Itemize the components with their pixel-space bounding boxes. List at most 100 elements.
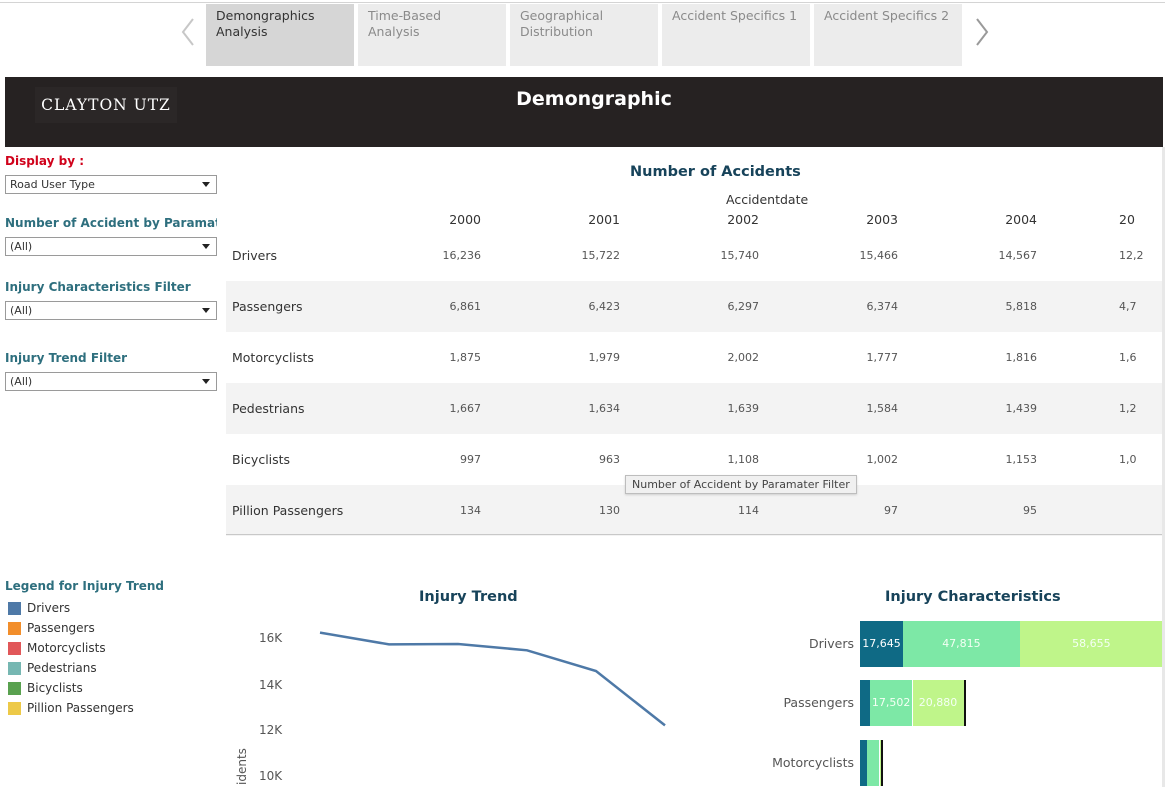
y-tick-label: 10K <box>259 769 283 783</box>
chevron-left-icon[interactable] <box>180 16 196 48</box>
tab-label-line1: Demongraphics <box>216 8 315 23</box>
table-cell: 6,374 <box>866 300 899 313</box>
chevron-down-icon <box>202 244 210 249</box>
legend-swatch <box>8 642 21 655</box>
year-header: 2000 <box>449 212 481 227</box>
table-cell: 1,153 <box>1005 453 1038 466</box>
bar-segment[interactable]: 20,880 <box>912 680 964 726</box>
top-divider <box>0 2 1165 3</box>
tab-demographics-analysis[interactable]: Demongraphics Analysis <box>206 4 354 66</box>
tab-label-line2: Distribution <box>520 24 593 39</box>
table-cell: 134 <box>460 504 481 517</box>
legend-label: Motorcyclists <box>27 641 106 655</box>
bar-segment[interactable]: 47,815 <box>903 621 1020 667</box>
legend-title: Legend for Injury Trend <box>5 579 165 593</box>
legend-swatch <box>8 662 21 675</box>
bar-segment[interactable] <box>867 740 880 786</box>
bar-segment[interactable]: 17,645 <box>860 621 904 667</box>
display-by-label: Display by : <box>5 154 85 168</box>
table-cell: 12,2 <box>1119 249 1144 262</box>
table-cell: 16,236 <box>442 249 482 262</box>
chevron-down-icon <box>202 379 210 384</box>
table-cell: 15,466 <box>859 249 899 262</box>
tab-label-line2: Analysis <box>216 24 268 39</box>
tab-label-line1: Accident Specifics 1 <box>672 8 798 23</box>
table-cell: 1,979 <box>588 351 621 364</box>
row-label: Pillion Passengers <box>232 503 344 518</box>
table-cell: 14,567 <box>998 249 1038 262</box>
injury-char-filter-value: (All) <box>10 304 33 317</box>
table-bottom-border <box>226 534 1165 535</box>
tab-geographical-distribution[interactable]: Geographical Distribution <box>510 4 658 66</box>
bar-segment[interactable] <box>860 740 868 786</box>
table-cell: 1,6 <box>1119 351 1137 364</box>
table-row: Motorcyclists 1,875 1,979 2,002 1,777 1,816 1,… <box>226 332 1165 383</box>
table-cell: 114 <box>738 504 759 517</box>
accidents-table-title: Number of Accidents <box>630 164 801 180</box>
trend-line-drivers <box>319 631 666 727</box>
chevron-right-icon[interactable] <box>974 16 990 48</box>
row-label: Motorcyclists <box>232 350 314 365</box>
bar-category-label: Passengers <box>783 695 854 710</box>
table-cell: 963 <box>599 453 620 466</box>
legend-label: Pillion Passengers <box>27 701 134 715</box>
injury-char-filter-select[interactable]: (All) <box>5 301 217 320</box>
bar-category-label: Drivers <box>809 636 854 651</box>
bar-segment[interactable] <box>860 680 870 726</box>
chevron-down-icon <box>202 308 210 313</box>
table-cell: 6,297 <box>727 300 760 313</box>
year-header: 2002 <box>727 212 759 227</box>
injury-trend-chart: 16K 14K 12K 10K idents <box>235 631 666 785</box>
legend-label: Drivers <box>27 601 71 615</box>
param-filter-label: Number of Accident by Paramater Fi... <box>5 216 217 230</box>
table-cell: 1,439 <box>1005 402 1038 415</box>
y-tick-label: 16K <box>259 631 283 645</box>
year-header: 2004 <box>1005 212 1037 227</box>
table-cell: 1,639 <box>727 402 760 415</box>
legend-swatch <box>8 682 21 695</box>
tab-accident-specifics-1[interactable]: Accident Specifics 1 <box>662 4 810 66</box>
row-label: Drivers <box>232 248 277 263</box>
table-cell: 1,2 <box>1119 402 1137 415</box>
table-cell: 15,722 <box>581 249 621 262</box>
tab-label-line1: Accident Specifics 2 <box>824 8 950 23</box>
table-cell: 1,002 <box>866 453 899 466</box>
legend-label: Pedestrians <box>27 661 97 675</box>
injury-trend-filter-select[interactable]: (All) <box>5 372 217 391</box>
table-row: Passengers 6,861 6,423 6,297 6,374 5,818 4,7 <box>226 281 1165 332</box>
row-label: Pedestrians <box>232 401 305 416</box>
table-cell: 1,108 <box>727 453 760 466</box>
table-cell: 1,634 <box>588 402 621 415</box>
table-cell: 97 <box>884 504 898 517</box>
year-header: 2001 <box>588 212 620 227</box>
injury-trend-filter-label: Injury Trend Filter <box>5 351 128 365</box>
bar-segment[interactable]: 58,655 <box>1019 621 1163 667</box>
table-row: Pedestrians 1,667 1,634 1,639 1,584 1,439 1,2 <box>226 383 1165 434</box>
header-banner: CLAYTON UTZ Demongraphic <box>5 77 1163 147</box>
table-cell: 1,584 <box>866 402 899 415</box>
tab-accident-specifics-2[interactable]: Accident Specifics 2 <box>814 4 962 66</box>
tab-label-line1: Time-Based Analysis <box>368 8 442 39</box>
table-cell: 5,818 <box>1005 300 1038 313</box>
tooltip: Number of Accident by Paramater Filter <box>625 475 857 494</box>
year-header: 2003 <box>866 212 898 227</box>
param-filter-select[interactable]: (All) <box>5 237 217 256</box>
table-cell: 1,816 <box>1005 351 1038 364</box>
display-by-select[interactable]: Road User Type <box>5 175 217 194</box>
table-cell: 15,740 <box>720 249 760 262</box>
legend-swatch <box>8 622 21 635</box>
bar-category-label: Motorcyclists <box>772 755 854 770</box>
year-header: 20 <box>1119 212 1135 227</box>
table-row: Drivers 16,236 15,722 15,740 15,466 14,567 12,… <box>226 230 1165 281</box>
tab-time-based-analysis[interactable]: Time-Based Analysis <box>358 4 506 66</box>
table-cell: 130 <box>599 504 620 517</box>
injury-char-filter-label: Injury Characteristics Filter <box>5 280 191 294</box>
injury-characteristics-title: Injury Characteristics <box>885 589 1061 605</box>
param-filter-value: (All) <box>10 240 33 253</box>
table-cell: 6,423 <box>588 300 621 313</box>
table-cell: 1,777 <box>866 351 899 364</box>
table-cell: 1,0 <box>1119 453 1137 466</box>
legend-swatch <box>8 702 21 715</box>
legend-label: Passengers <box>27 621 95 635</box>
bar-segment[interactable]: 17,502 <box>869 680 913 726</box>
